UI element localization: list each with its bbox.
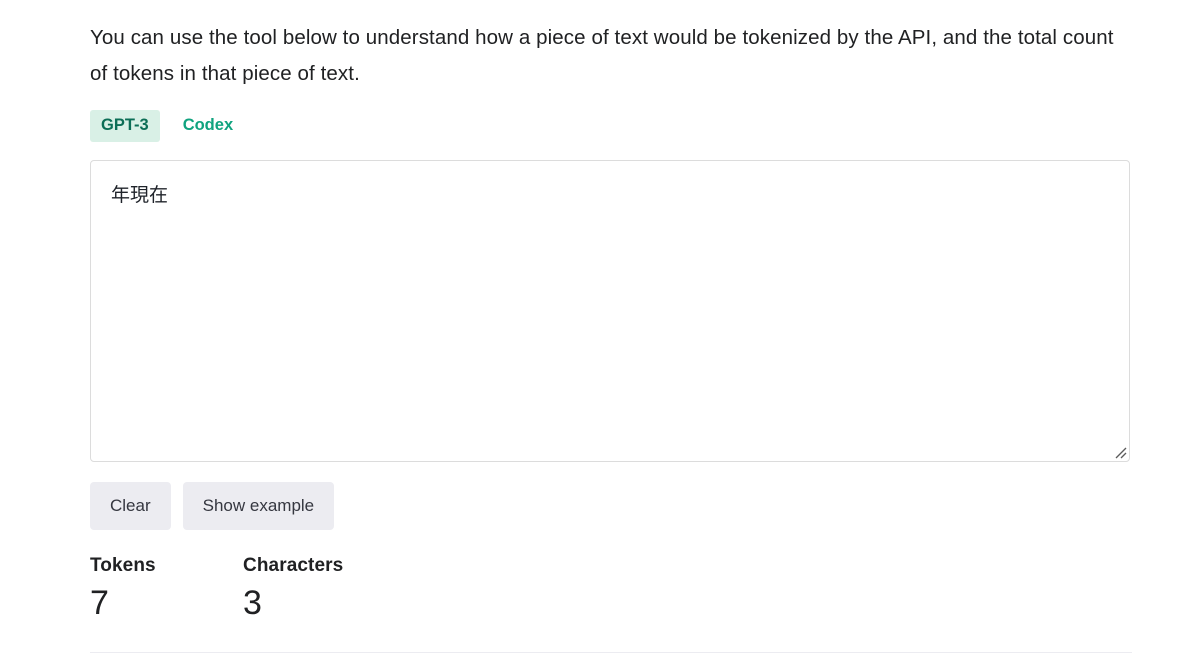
tab-codex[interactable]: Codex: [172, 110, 244, 142]
tokens-value: 7: [90, 584, 109, 622]
action-buttons: Clear Show example: [90, 482, 1132, 530]
tokenizer-page: You can use the tool below to understand…: [0, 0, 1200, 659]
intro-paragraph: You can use the tool below to understand…: [90, 26, 1114, 85]
tab-gpt-3-label: GPT-3: [101, 116, 149, 135]
stat-tokens: Tokens 7: [90, 556, 243, 620]
section-divider: [90, 652, 1132, 653]
tokenizer-text-input[interactable]: [90, 160, 1130, 462]
characters-value: 3: [243, 584, 262, 622]
clear-button[interactable]: Clear: [90, 482, 171, 530]
text-input-container: [90, 160, 1130, 462]
characters-label: Characters: [243, 555, 344, 576]
tab-codex-label: Codex: [182, 116, 234, 135]
stat-characters: Characters 3: [243, 556, 343, 620]
model-tabs: GPT-3 Codex: [90, 110, 1132, 142]
tokens-label: Tokens: [90, 555, 156, 576]
content-column: You can use the tool below to understand…: [90, 0, 1132, 620]
tab-gpt-3[interactable]: GPT-3: [90, 110, 160, 142]
show-example-button[interactable]: Show example: [182, 482, 335, 530]
token-stats: Tokens 7 Characters 3: [90, 556, 1132, 620]
